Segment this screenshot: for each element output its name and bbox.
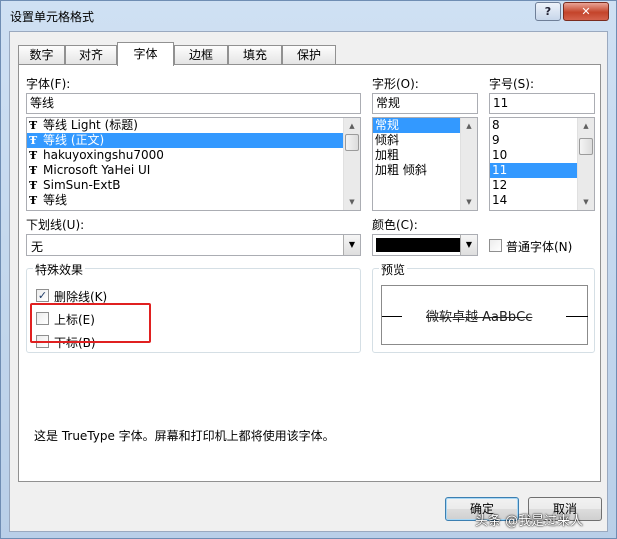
truetype-icon: Ŧ: [29, 179, 38, 192]
list-item[interactable]: Ŧ 等线 Light (标题): [27, 118, 360, 133]
format-cells-dialog: 设置单元格格式 ? ✕ 数字 对齐 字体 边框 填充 保护 字体(F): 等线 …: [0, 0, 617, 539]
list-item[interactable]: Ŧ Microsoft YaHei UI: [27, 163, 360, 178]
list-item[interactable]: 11: [490, 163, 577, 178]
tab-alignment[interactable]: 对齐: [65, 45, 117, 65]
underline-value: 无: [31, 240, 44, 254]
font-tab-panel: 字体(F): 等线 Ŧ 等线 Light (标题) Ŧ 等线 (正文) Ŧhakuy…: [18, 64, 601, 482]
normal-font-checkbox[interactable]: [489, 239, 502, 252]
title-bar[interactable]: 设置单元格格式 ? ✕: [1, 1, 616, 31]
size-label: 字号(S):: [489, 77, 535, 91]
watermark-text: 头条 @我是过来人: [475, 514, 584, 529]
scroll-down-icon[interactable]: ▼: [461, 194, 477, 210]
size-list[interactable]: 8 9 10 11 12 14 ▲ ▼: [489, 117, 595, 211]
preview-box: 微软卓越 AaBbCc: [381, 285, 588, 345]
effects-title: 特殊效果: [33, 261, 86, 278]
list-item[interactable]: Ŧhakuyoxingshu7000: [27, 148, 360, 163]
tab-border[interactable]: 边框: [174, 45, 228, 65]
tab-font[interactable]: 字体: [117, 42, 174, 66]
list-item[interactable]: Ŧ 等线: [27, 193, 360, 208]
close-button[interactable]: ✕: [563, 2, 609, 21]
truetype-icon: Ŧ: [29, 149, 38, 162]
chevron-down-icon[interactable]: ▼: [460, 235, 477, 255]
scroll-thumb[interactable]: [345, 134, 359, 151]
preview-baseline-left: [382, 316, 402, 317]
underline-label: 下划线(U):: [26, 218, 85, 232]
scroll-up-icon[interactable]: ▲: [578, 118, 594, 134]
list-item[interactable]: 常规: [373, 118, 460, 133]
color-select[interactable]: ▼: [372, 234, 478, 256]
scroll-down-icon[interactable]: ▼: [344, 194, 360, 210]
style-input[interactable]: 常规: [372, 93, 478, 114]
style-list-scrollbar[interactable]: ▲ ▼: [460, 118, 477, 210]
scroll-up-icon[interactable]: ▲: [344, 118, 360, 134]
help-button[interactable]: ?: [535, 2, 561, 21]
strikethrough-checkbox[interactable]: ✓: [36, 289, 49, 302]
size-input[interactable]: 11: [489, 93, 595, 114]
truetype-icon: Ŧ: [29, 134, 38, 147]
color-swatch: [376, 238, 460, 252]
normal-font-label[interactable]: 普通字体(N): [506, 238, 572, 255]
scroll-thumb[interactable]: [579, 138, 593, 155]
chevron-down-icon[interactable]: ▼: [343, 235, 360, 255]
style-list[interactable]: 常规 倾斜 加粗 加粗 倾斜 ▲ ▼: [372, 117, 478, 211]
list-item[interactable]: Ŧ 等线 (正文): [27, 133, 360, 148]
dialog-title: 设置单元格格式: [10, 10, 95, 24]
truetype-info-text: 这是 TrueType 字体。屏幕和打印机上都将使用该字体。: [34, 429, 335, 443]
tab-fill[interactable]: 填充: [228, 45, 282, 65]
scroll-up-icon[interactable]: ▲: [461, 118, 477, 134]
color-label: 颜色(C):: [372, 218, 418, 232]
style-label: 字形(O):: [372, 77, 419, 91]
underline-select[interactable]: 无 ▼: [26, 234, 361, 256]
dialog-body: 数字 对齐 字体 边框 填充 保护 字体(F): 等线 Ŧ 等线 Light (标…: [9, 31, 608, 532]
preview-sample-text: 微软卓越 AaBbCc: [426, 310, 533, 325]
font-input[interactable]: 等线: [26, 93, 361, 114]
tab-number[interactable]: 数字: [18, 45, 65, 65]
font-list[interactable]: Ŧ 等线 Light (标题) Ŧ 等线 (正文) Ŧhakuyoxingshu70…: [26, 117, 361, 211]
annotation-highlight-box: [30, 303, 151, 343]
preview-title: 预览: [379, 261, 408, 278]
size-list-scrollbar[interactable]: ▲ ▼: [577, 118, 594, 210]
font-label: 字体(F):: [26, 77, 71, 91]
font-list-scrollbar[interactable]: ▲ ▼: [343, 118, 360, 210]
truetype-icon: Ŧ: [29, 164, 38, 177]
list-item[interactable]: Ŧ SimSun-ExtB: [27, 178, 360, 193]
truetype-icon: Ŧ: [29, 119, 38, 132]
truetype-icon: Ŧ: [29, 194, 38, 207]
tab-protection[interactable]: 保护: [282, 45, 336, 65]
scroll-down-icon[interactable]: ▼: [578, 194, 594, 210]
preview-baseline-right: [566, 316, 588, 317]
